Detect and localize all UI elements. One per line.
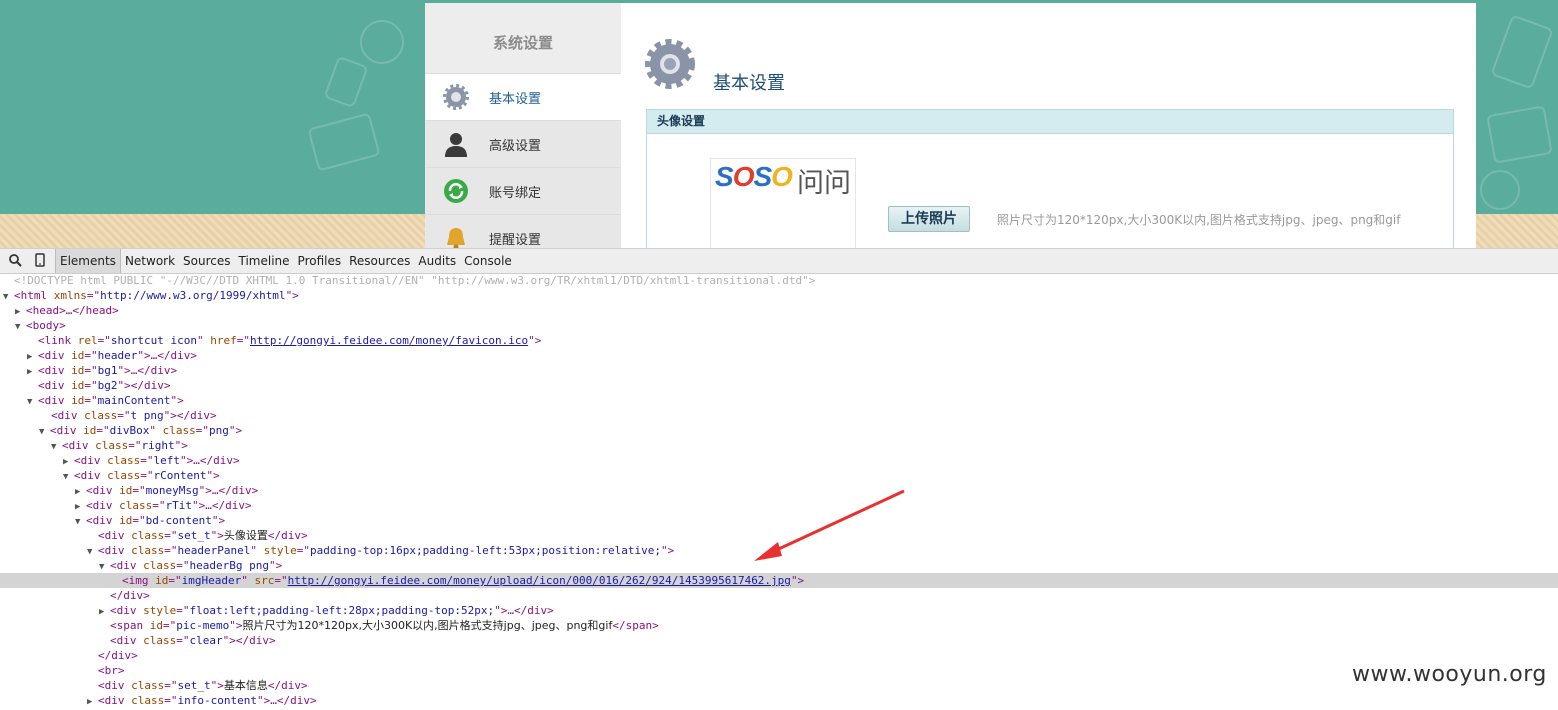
- background-doodle: [1480, 170, 1520, 210]
- tab-network[interactable]: Network: [121, 249, 179, 273]
- dom-node[interactable]: ▼ <div id="mainContent">: [0, 393, 1558, 408]
- sidebar-item-label: 账号绑定: [489, 186, 542, 201]
- bell-icon: [447, 228, 465, 248]
- background-doodle: [307, 112, 381, 172]
- gear-icon: [443, 84, 469, 110]
- sidebar-item-label: 高级设置: [489, 139, 542, 154]
- dom-node[interactable]: <div class="t png"></div>: [0, 408, 1558, 423]
- settings-gear-icon: [645, 39, 695, 89]
- dom-node[interactable]: ▶ <div style="float:left;padding-left:28p…: [0, 603, 1558, 618]
- avatar-image: SOSO 问问: [710, 158, 856, 248]
- devtools-panel: Elements Network Sources Timeline Profil…: [0, 248, 1558, 707]
- tab-profiles[interactable]: Profiles: [294, 249, 346, 273]
- upload-photo-button[interactable]: 上传照片: [888, 206, 970, 232]
- tab-sources[interactable]: Sources: [179, 249, 234, 273]
- dom-node[interactable]: ▶ <div id="header">…</div>: [0, 348, 1558, 363]
- dom-node[interactable]: ▼ <div class="right">: [0, 438, 1558, 453]
- dom-node[interactable]: <span id="pic-memo">照片尺寸为120*120px,大小300…: [0, 618, 1558, 633]
- inspect-search-icon[interactable]: [8, 253, 22, 271]
- panel-title: 头像设置: [647, 110, 1453, 134]
- sidebar-title: 系统设置: [492, 34, 553, 52]
- background-doodle: [360, 20, 404, 64]
- settings-sidebar: 系统设置 基本设置 高级设置 账号绑定 提醒设置: [425, 3, 622, 248]
- sidebar-item-reminder-settings[interactable]: 提醒设置: [425, 214, 621, 248]
- devtools-toolbar: Elements Network Sources Timeline Profil…: [0, 248, 1558, 274]
- avatar-image-url[interactable]: http://gongyi.feidee.com/money/upload/ic…: [288, 574, 791, 587]
- sidebar-item-account-binding[interactable]: 账号绑定: [425, 167, 621, 214]
- user-silhouette-icon: [445, 133, 467, 157]
- dom-node[interactable]: <div class="set_t">基本信息</div>: [0, 678, 1558, 693]
- watermark: www.wooyun.org: [1352, 662, 1547, 687]
- soso-logo-suffix: 问问: [797, 168, 851, 199]
- dom-node[interactable]: </div>: [0, 648, 1558, 663]
- tab-elements[interactable]: Elements: [55, 249, 121, 273]
- sidebar-item-basic-settings[interactable]: 基本设置: [425, 73, 621, 120]
- soso-logo: SOSO: [715, 161, 793, 192]
- web-page-viewport: 系统设置 基本设置 高级设置 账号绑定 提醒设置 基本设置 头像设置 SOSO …: [0, 0, 1558, 248]
- dom-node[interactable]: ▼ <html xmlns="http://www.w3.org/1999/xht…: [0, 288, 1558, 303]
- background-doodle: [323, 55, 369, 109]
- dom-node[interactable]: ▼ <body>: [0, 318, 1558, 333]
- dom-node[interactable]: <link rel="shortcut icon" href="http://g…: [0, 333, 1558, 348]
- dom-node[interactable]: ▼ <div id="divBox" class="png">: [0, 423, 1558, 438]
- device-mode-icon[interactable]: [35, 253, 45, 271]
- dom-node[interactable]: ▶ <div id="bg1">…</div>: [0, 363, 1558, 378]
- background-doodle: [1490, 14, 1554, 90]
- tab-audits[interactable]: Audits: [414, 249, 460, 273]
- photo-memo: 照片尺寸为120*120px,大小300K以内,图片格式支持jpg、jpeg、p…: [997, 213, 1401, 227]
- dom-node[interactable]: <br>: [0, 663, 1558, 678]
- refresh-icon: [444, 179, 468, 203]
- page-title: 基本设置: [713, 73, 785, 94]
- doctype-text: <!DOCTYPE html PUBLIC "-//W3C//DTD XHTML…: [14, 274, 816, 287]
- avatar-settings-panel: 头像设置 SOSO 问问 上传照片 照片尺寸为120*120px,大小300K以…: [646, 109, 1454, 248]
- background-doodle: [1486, 105, 1553, 164]
- tab-console[interactable]: Console: [460, 249, 516, 273]
- dom-node-selected[interactable]: <img id="imgHeader" src="http://gongyi.f…: [0, 573, 1558, 588]
- dom-node[interactable]: <div id="bg2"></div>: [0, 378, 1558, 393]
- devtools-tabs: Elements Network Sources Timeline Profil…: [55, 249, 516, 273]
- sidebar-item-label: 提醒设置: [489, 233, 542, 248]
- sidebar-item-advanced-settings[interactable]: 高级设置: [425, 120, 621, 167]
- dom-node[interactable]: </div>: [0, 588, 1558, 603]
- tab-resources[interactable]: Resources: [345, 249, 414, 273]
- dom-node[interactable]: <div class="clear"></div>: [0, 633, 1558, 648]
- favicon-link[interactable]: http://gongyi.feidee.com/money/favicon.i…: [250, 334, 528, 347]
- sidebar-item-label: 基本设置: [489, 92, 542, 107]
- dom-node[interactable]: ▶ <div class="info-content">…</div>: [0, 693, 1558, 708]
- dom-node[interactable]: ▶ <div class="left">…</div>: [0, 453, 1558, 468]
- dom-node[interactable]: <!DOCTYPE html PUBLIC "-//W3C//DTD XHTML…: [0, 273, 1558, 288]
- collapsed-triangle-icon[interactable]: ▶: [87, 695, 98, 710]
- dom-node[interactable]: ▶ <head>…</head>: [0, 303, 1558, 318]
- settings-content: 基本设置 头像设置 SOSO 问问 上传照片 照片尺寸为120*120px,大小…: [621, 3, 1476, 248]
- tab-timeline[interactable]: Timeline: [235, 249, 294, 273]
- red-arrow-annotation: [754, 489, 905, 561]
